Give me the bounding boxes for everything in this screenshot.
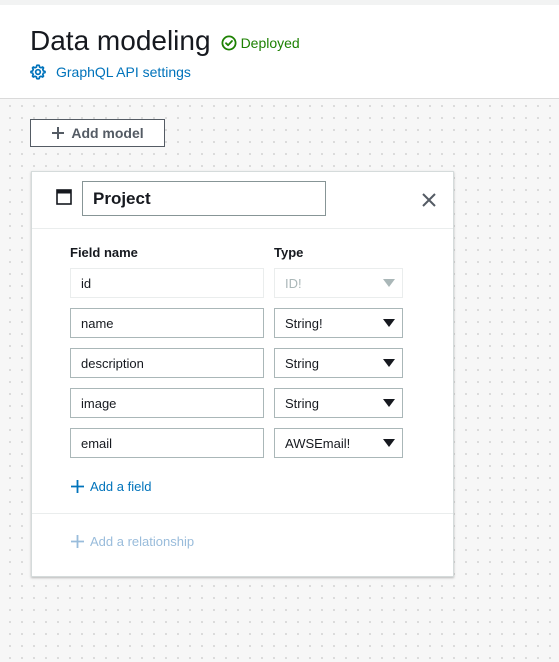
field-type-select-image[interactable]: String [274, 388, 403, 418]
settings-link-label: GraphQL API settings [56, 64, 191, 80]
caret-down-icon [383, 399, 395, 407]
plus-icon [71, 480, 84, 493]
add-model-label: Add model [71, 125, 144, 141]
add-relationship-link: Add a relationship [70, 534, 194, 549]
field-name-input-id [70, 268, 264, 298]
model-card: Field name Type ID! String! String Strin… [31, 171, 454, 577]
status-text: Deployed [240, 34, 300, 51]
caret-down-icon [383, 359, 395, 367]
card-divider [32, 513, 453, 514]
caret-down-icon [383, 279, 395, 287]
add-field-label: Add a field [90, 479, 152, 494]
field-name-input-email[interactable] [70, 428, 264, 458]
title-row: Data modeling Deployed [30, 25, 300, 57]
field-type-value: String [285, 395, 319, 411]
field-type-value: String [285, 355, 319, 371]
page-header: Data modeling Deployed GraphQL API setti… [0, 5, 559, 99]
page-title: Data modeling [30, 25, 211, 56]
close-icon[interactable] [420, 191, 438, 209]
type-column-label: Type [274, 245, 304, 260]
field-name-input-name[interactable] [70, 308, 264, 338]
field-type-select-description[interactable]: String [274, 348, 403, 378]
graphql-api-settings-link[interactable]: GraphQL API settings [30, 64, 191, 80]
add-field-link[interactable]: Add a field [70, 479, 151, 494]
field-name-input-description[interactable] [70, 348, 264, 378]
field-type-value: ID! [285, 275, 302, 291]
caret-down-icon [383, 439, 395, 447]
field-type-select-name[interactable]: String! [274, 308, 403, 338]
field-type-value: AWSEmail! [285, 435, 351, 451]
status-badge: Deployed [221, 35, 300, 51]
check-circle-icon [221, 35, 237, 50]
field-name-column-label: Field name [70, 245, 138, 260]
plus-icon [52, 127, 65, 139]
plus-icon [71, 535, 84, 548]
model-name-input[interactable] [82, 181, 326, 216]
field-type-select-id: ID! [274, 268, 403, 298]
gear-icon [30, 64, 46, 80]
window-icon [56, 189, 72, 205]
model-card-header [32, 172, 453, 229]
field-type-value: String! [285, 315, 323, 331]
add-model-button[interactable]: Add model [30, 119, 165, 147]
field-type-select-email[interactable]: AWSEmail! [274, 428, 403, 458]
caret-down-icon [383, 319, 395, 327]
field-name-input-image[interactable] [70, 388, 264, 418]
add-relationship-label: Add a relationship [90, 534, 195, 549]
